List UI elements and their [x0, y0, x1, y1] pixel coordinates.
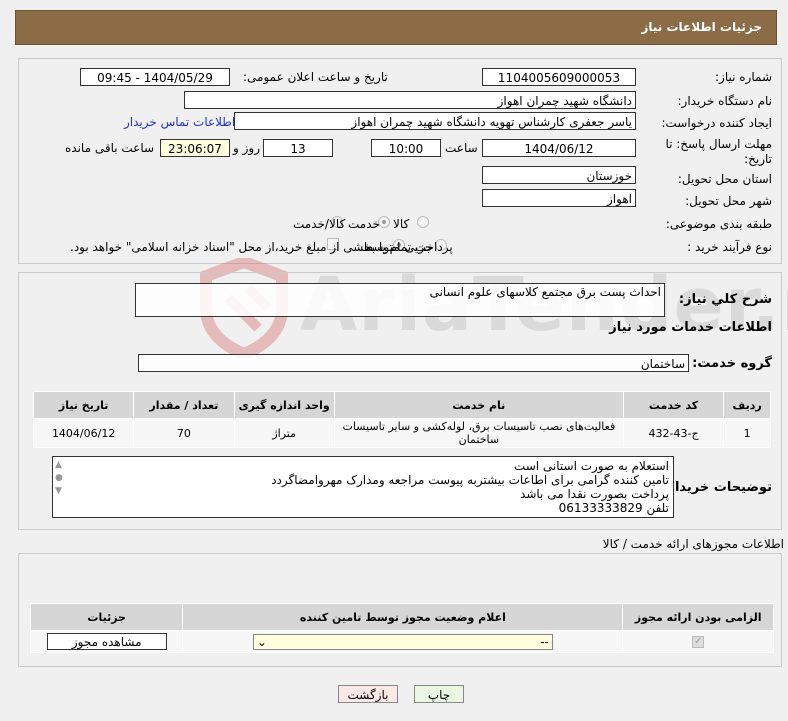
- buyer-notes-label: توضیحات خریدار:: [662, 480, 772, 495]
- category-label: طبقه بندی موضوعی:: [665, 217, 772, 231]
- service-group-label: گروه خدمت:: [692, 356, 772, 371]
- buyer-note-line: پرداخت بصورت نقدا می باشد: [520, 487, 669, 501]
- column-header: جزئیات: [29, 603, 184, 631]
- service-name: فعالیت‌های نصب تاسیسات برق، لوله‌کشی و س…: [333, 418, 624, 448]
- chevron-down-icon: ⌄: [256, 634, 267, 649]
- deadline-date-field: 1404/06/12: [482, 139, 636, 157]
- page-header: جزئیات اطلاعات نیاز: [15, 10, 777, 45]
- column-header: تعداد / مقدار: [133, 391, 235, 419]
- column-header: نام خدمت: [333, 391, 624, 419]
- column-header: واحد اندازه گیری: [233, 391, 335, 419]
- permit-status-value: --: [540, 634, 549, 649]
- service-group-field: ساختمان: [138, 354, 689, 372]
- days-field: 13: [263, 139, 333, 157]
- payment-note: پرداخت تمام یا بخشی از مبلغ خرید،از محل …: [70, 240, 453, 254]
- deadline-label: مهلت ارسال پاسخ: تا تاریخ:: [665, 137, 772, 166]
- requester-field: یاسر جعفری کارشناس تهویه دانشگاه شهید چم…: [234, 112, 636, 130]
- category-radio-goods[interactable]: [417, 216, 429, 228]
- print-button[interactable]: چاپ: [414, 685, 464, 703]
- remaining-time-field: 23:06:07: [160, 139, 230, 157]
- process-label: نوع فرآیند خرید :: [687, 240, 772, 254]
- category-option-goods: کالا: [393, 217, 410, 231]
- services-section-title: اطلاعات خدمات مورد نیاز: [609, 320, 772, 335]
- deadline-time-field: 10:00: [371, 139, 441, 157]
- category-option-service: خدمت: [348, 217, 380, 231]
- buyer-note-line: تلفن 06133333829: [558, 501, 669, 515]
- permits-table: الزامی بودن ارائه مجوز اعلام وضعیت مجوز …: [29, 603, 774, 653]
- announce-label: تاریخ و ساعت اعلان عمومی:: [243, 70, 388, 84]
- need-number-field: 1104005609000053: [482, 68, 636, 86]
- buyer-contact-link[interactable]: اطلاعات تماس خریدار: [124, 115, 235, 129]
- quantity: 70: [133, 418, 235, 448]
- announce-field: 1404/05/29 - 09:45: [80, 68, 230, 86]
- province-label: استان محل تحویل:: [677, 172, 772, 186]
- city-label: شهر محل تحویل:: [685, 194, 772, 208]
- table-row: ✓ ⌄ -- مشاهده مجوز: [29, 630, 774, 653]
- summary-textarea[interactable]: احداث پست برق مجتمع کلاسهای علوم انسانی: [135, 283, 665, 317]
- permit-status-select[interactable]: ⌄ --: [252, 633, 553, 650]
- city-field: اهواز: [482, 189, 636, 207]
- permits-title: اطلاعات مجوزهای ارائه خدمت / کالا: [602, 537, 784, 551]
- province-field: خوزستان: [482, 166, 636, 184]
- buyer-notes-textarea[interactable]: استعلام به صورت استانی است تامین کننده گ…: [52, 456, 674, 518]
- column-header: کد خدمت: [622, 391, 725, 419]
- notes-scrollbar[interactable]: ▲ ● ▼: [55, 459, 67, 498]
- summary-label: شرح کلي نياز:: [678, 292, 772, 307]
- column-header: تاریخ نیاز: [32, 391, 135, 419]
- column-header: ردیف: [723, 391, 771, 419]
- buyer-note-line: تامین کننده گرامی برای اطاعات بیشتربه پی…: [271, 473, 669, 487]
- time-label: ساعت: [445, 141, 478, 155]
- services-table-header: ردیف کد خدمت نام خدمت واحد اندازه گیری ت…: [32, 391, 771, 419]
- view-permit-button[interactable]: مشاهده مجوز: [46, 633, 167, 650]
- permit-required-checkbox: ✓: [692, 635, 705, 648]
- need-number-label: شماره نیاز:: [715, 70, 772, 84]
- page-title: جزئیات اطلاعات نیاز: [641, 20, 762, 34]
- services-table: ردیف کد خدمت نام خدمت واحد اندازه گیری ت…: [32, 391, 771, 448]
- unit: متراژ: [233, 418, 335, 448]
- table-row: 1 ج-43-432 فعالیت‌های نصب تاسیسات برق، ل…: [32, 418, 771, 448]
- category-option-goods-service: کالا/خدمت: [293, 217, 346, 231]
- column-header: اعلام وضعیت مجوز توسط تامین کننده: [182, 603, 624, 631]
- remaining-label: ساعت باقی مانده: [65, 141, 155, 155]
- buyer-org-field: دانشگاه شهید چمران اهواز: [184, 91, 636, 109]
- back-button[interactable]: بازگشت: [338, 685, 398, 703]
- column-header: الزامی بودن ارائه مجوز: [622, 603, 774, 631]
- requester-label: ایجاد کننده درخواست:: [661, 116, 772, 130]
- buyer-note-line: استعلام به صورت استانی است: [513, 459, 669, 473]
- row-index: 1: [723, 418, 771, 448]
- buyer-org-label: نام دستگاه خریدار:: [677, 94, 773, 108]
- need-date: 1404/06/12: [32, 418, 135, 448]
- days-label: روز و: [233, 141, 260, 155]
- service-code: ج-43-432: [622, 418, 725, 448]
